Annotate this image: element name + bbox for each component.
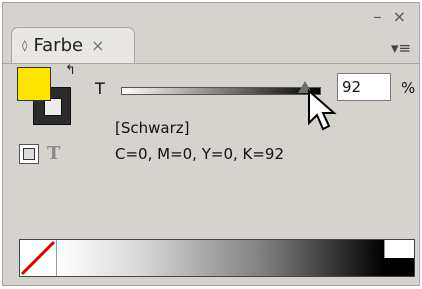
arrow-cursor-icon <box>308 89 337 131</box>
none-slash-icon <box>20 240 56 276</box>
black-swatch[interactable] <box>384 258 414 276</box>
panel-options-icon[interactable]: ◊ <box>22 39 27 52</box>
color-ramp[interactable] <box>19 239 415 277</box>
container-inner <box>23 147 35 160</box>
tab-farbe[interactable]: ◊ Farbe × <box>11 27 135 63</box>
percent-label: % <box>401 79 416 97</box>
formatting-text-icon[interactable]: T <box>47 143 60 164</box>
tint-input[interactable] <box>337 73 391 101</box>
tab-title: Farbe <box>33 35 84 56</box>
cmyk-values: C=0, M=0, Y=0, K=92 <box>115 145 285 163</box>
color-panel: – × ◊ Farbe × ▾≡ ↰ T T % [Schwarz] C=0, … <box>2 2 420 286</box>
white-swatch[interactable] <box>384 240 414 258</box>
swap-arrow-icon[interactable]: ↰ <box>65 63 76 78</box>
window-controls: – × <box>374 7 410 26</box>
close-window-button[interactable]: × <box>393 7 409 26</box>
tab-close-icon[interactable]: × <box>91 36 104 55</box>
formatting-controls: T <box>19 143 60 164</box>
tint-slider[interactable] <box>121 87 321 95</box>
tab-strip: ◊ Farbe × ▾≡ <box>3 27 419 64</box>
end-swatches <box>384 240 414 276</box>
formatting-container-icon[interactable] <box>19 143 39 164</box>
fill-stroke-area: ↰ <box>17 63 77 133</box>
minimize-button[interactable]: – <box>374 7 385 26</box>
tint-label: T <box>95 79 105 98</box>
panel-menu-icon[interactable]: ▾≡ <box>389 39 413 57</box>
tint-gradient[interactable] <box>57 240 384 276</box>
fill-swatch-icon[interactable] <box>17 67 51 101</box>
none-swatch-icon[interactable] <box>20 240 57 276</box>
swatch-name: [Schwarz] <box>115 119 190 137</box>
